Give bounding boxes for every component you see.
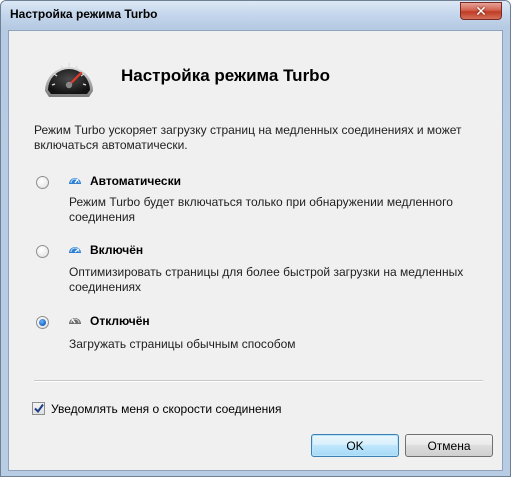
close-icon: ✕ bbox=[475, 3, 487, 19]
separator bbox=[34, 380, 483, 382]
notify-label[interactable]: Уведомлять меня о скорости соединения bbox=[51, 402, 282, 416]
radio-off[interactable] bbox=[36, 316, 49, 329]
page-title: Настройка режима Turbo bbox=[121, 66, 330, 85]
mode-label-auto: Автоматически bbox=[90, 174, 181, 188]
mode-desc-off: Загружать страницы обычным способом bbox=[69, 337, 296, 351]
mode-label-off: Отключён bbox=[90, 314, 150, 328]
radio-auto[interactable] bbox=[36, 176, 49, 189]
close-button[interactable]: ✕ bbox=[460, 2, 502, 20]
turbo-off-icon bbox=[69, 318, 81, 324]
mode-label-on: Включён bbox=[90, 243, 144, 257]
mode-desc-auto: Режим Turbo будет включаться только при … bbox=[69, 195, 453, 224]
radio-on[interactable] bbox=[36, 245, 49, 258]
turbo-auto-icon bbox=[69, 178, 81, 184]
window-title: Настройка режима Turbo bbox=[10, 7, 158, 21]
checkmark-icon bbox=[34, 403, 44, 414]
cancel-button[interactable]: Отмена bbox=[405, 434, 493, 457]
mode-desc-on: Оптимизировать страницы для более быстро… bbox=[69, 265, 464, 294]
notify-checkbox[interactable] bbox=[32, 402, 45, 415]
turbo-settings-dialog: Настройка режима Turbo ✕ Настройка режим… bbox=[0, 0, 511, 477]
ok-button[interactable]: OK bbox=[311, 434, 399, 457]
title-bar[interactable]: Настройка режима Turbo ✕ bbox=[1, 1, 510, 29]
speedometer-icon bbox=[45, 63, 93, 97]
turbo-on-icon bbox=[69, 247, 81, 253]
dialog-body: Настройка режима Turbo Режим Turbo ускор… bbox=[8, 30, 503, 471]
turbo-description: Режим Turbo ускоряет загрузку страниц на… bbox=[34, 123, 462, 152]
